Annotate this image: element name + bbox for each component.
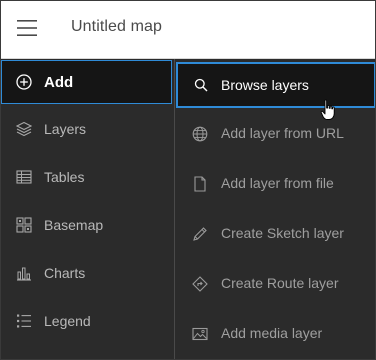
legend-icon bbox=[17, 314, 31, 328]
search-icon bbox=[194, 78, 208, 92]
hamburger-menu-icon bbox=[17, 20, 37, 36]
sidebar-item-basemap[interactable]: Basemap bbox=[1, 203, 173, 247]
sidebar-item-label: Layers bbox=[44, 121, 87, 137]
sidebar-item-label: Legend bbox=[44, 313, 91, 329]
add-button[interactable]: Add bbox=[1, 60, 172, 104]
hand-pointer-cursor-icon bbox=[320, 99, 335, 120]
menu-item-label: Create Sketch layer bbox=[221, 225, 344, 241]
map-title: Untitled map bbox=[71, 18, 163, 35]
basemap-icon bbox=[16, 217, 32, 233]
chart-icon bbox=[17, 267, 31, 281]
menu-item-label: Create Route layer bbox=[221, 275, 339, 291]
sidebar-item-label: Charts bbox=[44, 265, 86, 281]
globe-icon bbox=[192, 126, 208, 142]
layers-icon bbox=[16, 121, 32, 137]
sidebar-item-tables[interactable]: Tables bbox=[1, 155, 173, 199]
sidebar: Add Layers Tables Basemap Charts Legend bbox=[1, 59, 175, 359]
menu-item-label: Add layer from URL bbox=[221, 125, 344, 141]
file-icon bbox=[194, 176, 206, 192]
add-circle-icon bbox=[16, 74, 32, 90]
image-icon bbox=[192, 327, 208, 341]
menu-item-label: Add media layer bbox=[221, 325, 323, 341]
app-header: Untitled map bbox=[1, 1, 375, 59]
create-sketch-layer-item[interactable]: Create Sketch layer bbox=[175, 211, 375, 257]
add-layer-from-file-item[interactable]: Add layer from file bbox=[175, 161, 375, 207]
add-button-label: Add bbox=[44, 74, 74, 91]
hamburger-menu-button[interactable] bbox=[11, 13, 43, 45]
add-layer-from-url-item[interactable]: Add layer from URL bbox=[175, 111, 375, 157]
create-route-layer-item[interactable]: Create Route layer bbox=[175, 261, 375, 307]
menu-item-label: Add layer from file bbox=[221, 175, 334, 191]
app-window: Untitled map Add Layers Tables Basemap C… bbox=[0, 0, 376, 360]
sidebar-item-charts[interactable]: Charts bbox=[1, 251, 173, 295]
table-icon bbox=[16, 170, 32, 184]
pencil-icon bbox=[193, 227, 207, 241]
sidebar-item-layers[interactable]: Layers bbox=[1, 107, 173, 151]
add-menu-panel: Browse layers Add layer from URL Add lay… bbox=[175, 59, 375, 359]
browse-layers-button[interactable]: Browse layers bbox=[176, 62, 375, 108]
route-icon bbox=[192, 276, 208, 292]
browse-layers-label: Browse layers bbox=[221, 77, 309, 93]
add-media-layer-item[interactable]: Add media layer bbox=[175, 311, 375, 357]
sidebar-item-label: Tables bbox=[44, 169, 85, 185]
sidebar-item-legend[interactable]: Legend bbox=[1, 299, 173, 343]
sidebar-item-label: Basemap bbox=[44, 217, 104, 233]
